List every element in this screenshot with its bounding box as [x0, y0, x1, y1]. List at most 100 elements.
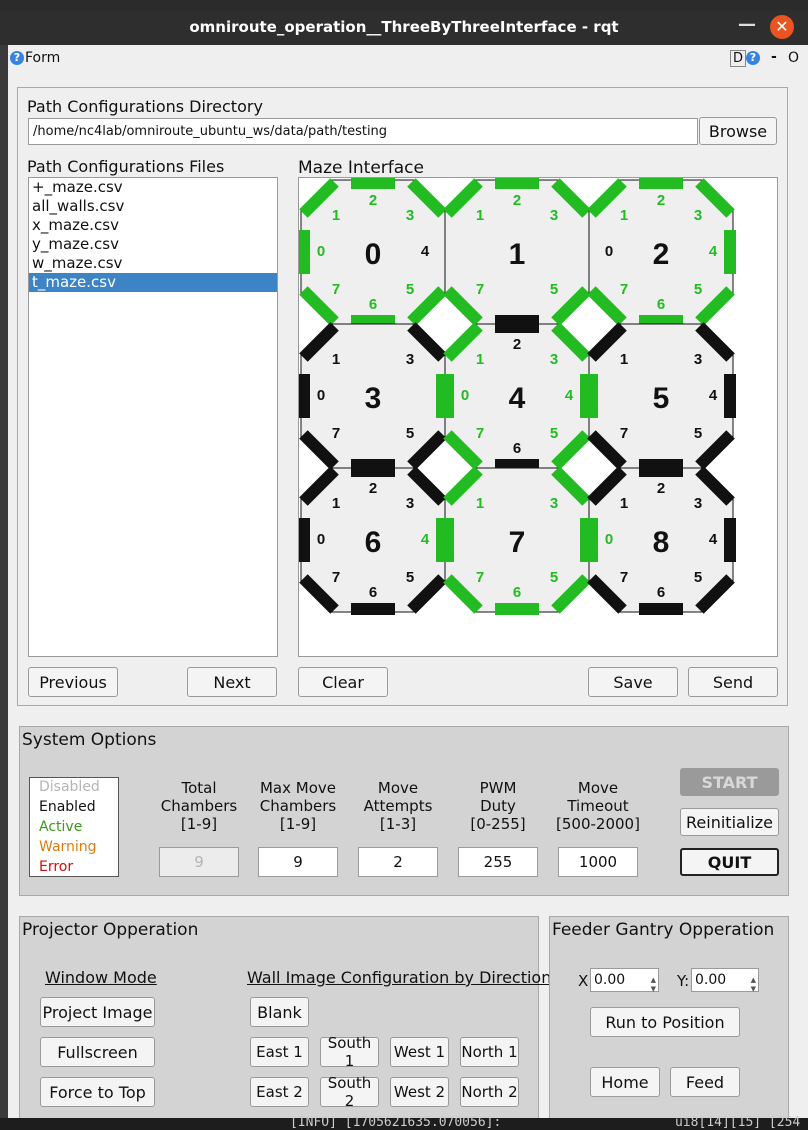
direction-button[interactable]: West 1: [390, 1037, 449, 1067]
direction-button[interactable]: West 2: [390, 1077, 449, 1107]
direction-button[interactable]: East 1: [250, 1037, 309, 1067]
plugin-help-icon[interactable]: ?: [746, 51, 760, 65]
path-files-label: Path Configurations Files: [27, 157, 225, 176]
wall-5-4[interactable]: [724, 374, 736, 418]
window-title: omniroute_operation__ThreeByThreeInterfa…: [189, 18, 619, 36]
wall-label: 7: [620, 569, 628, 586]
wall-6-0[interactable]: [299, 518, 310, 562]
chamber-number: 1: [509, 238, 526, 271]
direction-button[interactable]: North 2: [460, 1077, 519, 1107]
wall-3-0[interactable]: [299, 374, 310, 418]
wall-6-6[interactable]: [351, 603, 395, 615]
save-button[interactable]: Save: [588, 667, 678, 697]
feed-button[interactable]: Feed: [670, 1067, 740, 1097]
wall-2-2[interactable]: [639, 178, 683, 189]
quit-button[interactable]: QUIT: [680, 848, 779, 876]
force-to-top-button[interactable]: Force to Top: [40, 1077, 155, 1107]
plugin-minimize-button[interactable]: -: [771, 49, 777, 65]
wall-label: 1: [476, 495, 484, 512]
path-file-item[interactable]: +_maze.csv: [29, 178, 277, 197]
wall-label: 2: [657, 192, 665, 209]
direction-button[interactable]: South 2: [320, 1074, 379, 1110]
wall-label: 5: [694, 281, 702, 298]
reinitialize-button[interactable]: Reinitialize: [680, 808, 779, 836]
home-button[interactable]: Home: [590, 1067, 660, 1097]
wall-6-2[interactable]: [351, 465, 395, 477]
param-input[interactable]: 255: [458, 847, 538, 877]
path-files-list[interactable]: +_maze.csv all_walls.csv x_maze.csv y_maze.…: [28, 177, 278, 657]
feeder-title: Feeder Gantry Opperation: [552, 920, 775, 940]
form-bar: ? Form D ? - O: [8, 45, 808, 71]
param-input[interactable]: 9: [159, 847, 239, 877]
x-spinbox[interactable]: 0.00 ▲ ▼: [590, 968, 659, 993]
wall-0-2[interactable]: [351, 178, 395, 189]
y-spinbox[interactable]: 0.00 ▲ ▼: [691, 968, 759, 993]
fullscreen-button[interactable]: Fullscreen: [40, 1037, 155, 1067]
wall-config-label: Wall Image Configuration by Direction: [247, 968, 552, 987]
wall-label: 4: [565, 387, 574, 404]
wall-8-4[interactable]: [724, 518, 736, 562]
path-file-item[interactable]: all_walls.csv: [29, 197, 277, 216]
y-down-icon[interactable]: ▼: [751, 978, 756, 1000]
wall-label: 7: [476, 425, 484, 442]
send-button[interactable]: Send: [688, 667, 778, 697]
wall-label: 5: [550, 425, 558, 442]
wall-label: 2: [657, 480, 665, 497]
run-to-position-button[interactable]: Run to Position: [590, 1007, 740, 1037]
blank-button[interactable]: Blank: [250, 997, 309, 1027]
wall-label: 6: [369, 584, 377, 601]
wall-label: 6: [657, 296, 665, 313]
wall-7-0[interactable]: [442, 518, 454, 562]
wall-5-0[interactable]: [586, 374, 598, 418]
project-image-button[interactable]: Project Image: [40, 997, 155, 1027]
previous-button[interactable]: Previous: [28, 667, 118, 697]
direction-button[interactable]: North 1: [460, 1037, 519, 1067]
wall-0-0[interactable]: [299, 230, 310, 274]
path-file-item[interactable]: w_maze.csv: [29, 254, 277, 273]
wall-1-2[interactable]: [495, 178, 539, 189]
clear-button[interactable]: Clear: [298, 667, 388, 697]
direction-button[interactable]: South 1: [320, 1034, 379, 1070]
wall-label: 3: [406, 207, 414, 224]
path-dir-input[interactable]: /home/nc4lab/omniroute_ubuntu_ws/data/pa…: [28, 118, 698, 145]
wall-label: 5: [406, 425, 414, 442]
start-button[interactable]: START: [680, 768, 779, 796]
plugin-options-button[interactable]: O: [788, 50, 799, 66]
wall-8-2[interactable]: [639, 465, 683, 477]
path-file-item[interactable]: t_maze.csv: [29, 273, 277, 292]
wall-label: 1: [332, 207, 340, 224]
maze-canvas[interactable]: 0 1 2 3 4 5 6 7 0 1 2 3 5 7 1 0 1 2 3 4 5 6 7 2 0 1 3 5 7 3 0 1 2 3 4 5 6 7 4 1…: [299, 178, 777, 656]
window-titlebar[interactable]: omniroute_operation__ThreeByThreeInterfa…: [0, 10, 808, 45]
wall-8-0[interactable]: [586, 518, 598, 562]
system-options-title: System Options: [22, 730, 157, 750]
wall-label: 1: [332, 351, 340, 368]
path-file-item[interactable]: x_maze.csv: [29, 216, 277, 235]
wall-label: 2: [513, 336, 521, 353]
wall-label: 0: [461, 387, 469, 404]
wall-7-6[interactable]: [495, 603, 539, 615]
minimize-icon[interactable]: —: [738, 14, 756, 35]
x-down-icon[interactable]: ▼: [651, 978, 656, 1000]
wall-8-6[interactable]: [639, 603, 683, 615]
path-file-item[interactable]: y_maze.csv: [29, 235, 277, 254]
wall-label: 3: [550, 495, 558, 512]
wall-2-4[interactable]: [724, 230, 736, 274]
close-icon[interactable]: ✕: [770, 15, 794, 39]
param-input[interactable]: 1000: [558, 847, 638, 877]
browse-button[interactable]: Browse: [699, 117, 777, 145]
wall-4-0[interactable]: [442, 374, 454, 418]
help-icon[interactable]: ?: [10, 51, 24, 65]
dock-button[interactable]: D: [730, 50, 747, 67]
wall-label: 1: [620, 495, 628, 512]
legend-item: Enabled: [39, 799, 96, 815]
chamber-number: 8: [653, 526, 670, 559]
direction-button[interactable]: East 2: [250, 1077, 309, 1107]
wall-label: 4: [421, 243, 430, 260]
wall-label: 5: [694, 569, 702, 586]
projector-title: Projector Opperation: [22, 920, 199, 940]
next-button[interactable]: Next: [187, 667, 277, 697]
wall-4-2[interactable]: [495, 321, 539, 333]
param-input[interactable]: 9: [258, 847, 338, 877]
chamber-number: 2: [653, 238, 670, 271]
param-input[interactable]: 2: [358, 847, 438, 877]
